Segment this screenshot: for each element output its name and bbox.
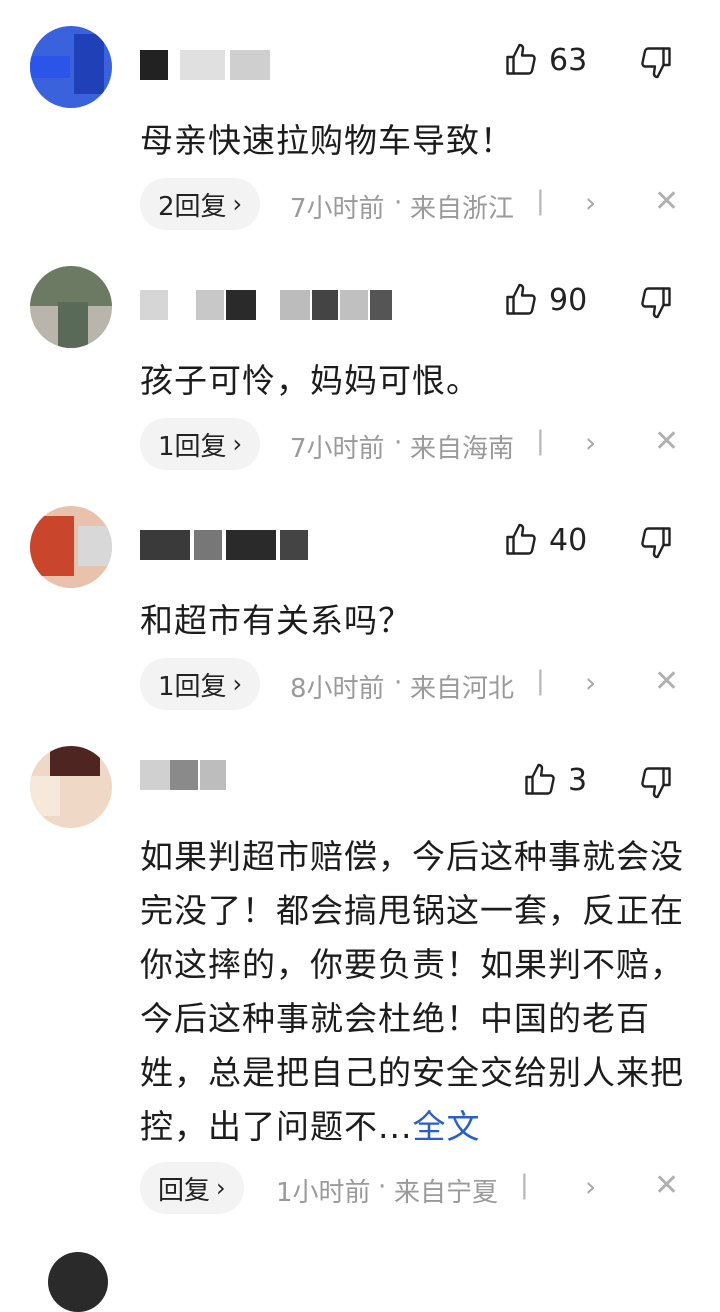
comment-text: 和超市有关系吗？ bbox=[140, 601, 412, 640]
thumbs-up-icon bbox=[525, 763, 555, 795]
like-count: 40 bbox=[549, 522, 588, 558]
location: 来自浙江 bbox=[410, 194, 515, 224]
thumbs-up-icon bbox=[506, 43, 536, 75]
comment-text: 如果判超市赔偿，今后这种事就会没完没了！都会搞甩锅这一套，反正在你这摔的，你要负… bbox=[140, 830, 685, 1154]
like-button[interactable]: 3 bbox=[522, 762, 587, 798]
like-button[interactable]: 90 bbox=[503, 282, 587, 318]
close-icon[interactable]: ✕ bbox=[654, 184, 679, 219]
chevron-right-icon: › bbox=[232, 190, 243, 218]
chevron-right-icon: › bbox=[232, 430, 243, 458]
close-icon[interactable]: ✕ bbox=[654, 424, 679, 459]
expand-chevron-icon[interactable]: › bbox=[585, 1170, 596, 1203]
comment-meta: 1回复 › 8小时前 · 来自河北 | › ✕ bbox=[140, 658, 700, 710]
thumbs-down-icon bbox=[641, 47, 671, 79]
meta-separator: | bbox=[536, 426, 545, 456]
read-more-link[interactable]: 全文 bbox=[412, 1107, 480, 1146]
meta-dot: · bbox=[394, 428, 403, 458]
location: 来自海南 bbox=[410, 434, 515, 464]
dislike-button[interactable] bbox=[638, 524, 674, 560]
reply-count-button[interactable]: 2回复 › bbox=[140, 178, 261, 230]
avatar[interactable] bbox=[30, 506, 112, 588]
chevron-right-icon: › bbox=[232, 670, 243, 698]
like-count: 3 bbox=[568, 762, 588, 798]
avatar[interactable] bbox=[30, 746, 112, 828]
reply-label: 1回复 bbox=[158, 431, 227, 462]
expand-chevron-icon[interactable]: › bbox=[585, 186, 596, 219]
timestamp: 7小时前 bbox=[290, 194, 385, 224]
avatar[interactable] bbox=[48, 1252, 108, 1312]
thumbs-down-icon bbox=[641, 287, 671, 319]
meta-separator: | bbox=[536, 186, 545, 216]
dislike-button[interactable] bbox=[638, 44, 674, 80]
thumbs-up-icon bbox=[506, 523, 536, 555]
thumbs-up-icon bbox=[506, 283, 536, 315]
thumbs-down-icon bbox=[641, 767, 671, 799]
dislike-button[interactable] bbox=[638, 284, 674, 320]
timestamp: 8小时前 bbox=[290, 674, 385, 704]
meta-separator: | bbox=[520, 1170, 529, 1200]
meta-dot: · bbox=[378, 1172, 387, 1202]
close-icon[interactable]: ✕ bbox=[654, 1168, 679, 1203]
thumbs-down-icon bbox=[641, 527, 671, 559]
location: 来自宁夏 bbox=[394, 1178, 499, 1208]
meta-dot: · bbox=[394, 668, 403, 698]
reply-label: 1回复 bbox=[158, 671, 227, 702]
comment-text: 母亲快速拉购物车导致！ bbox=[140, 121, 514, 160]
avatar[interactable] bbox=[30, 26, 112, 108]
comment-meta: 2回复 › 7小时前 · 来自浙江 | › ✕ bbox=[140, 178, 700, 230]
comment-meta: 回复 › 1小时前 · 来自宁夏 | › ✕ bbox=[140, 1162, 700, 1214]
dislike-button[interactable] bbox=[638, 764, 674, 800]
like-button[interactable]: 63 bbox=[503, 42, 587, 78]
timestamp: 1小时前 bbox=[276, 1178, 371, 1208]
avatar[interactable] bbox=[30, 266, 112, 348]
reply-button[interactable]: 回复 › bbox=[140, 1162, 244, 1214]
like-count: 63 bbox=[549, 42, 588, 78]
like-count: 90 bbox=[549, 282, 588, 318]
meta-dot: · bbox=[394, 188, 403, 218]
like-button[interactable]: 40 bbox=[503, 522, 587, 558]
close-icon[interactable]: ✕ bbox=[654, 664, 679, 699]
reply-label: 回复 bbox=[158, 1175, 211, 1206]
comment-text: 孩子可怜，妈妈可恨。 bbox=[140, 361, 480, 400]
reply-count-button[interactable]: 1回复 › bbox=[140, 418, 261, 470]
reply-count-button[interactable]: 1回复 › bbox=[140, 658, 261, 710]
location: 来自河北 bbox=[410, 674, 515, 704]
chevron-right-icon: › bbox=[216, 1174, 226, 1202]
reply-label: 2回复 bbox=[158, 191, 227, 222]
expand-chevron-icon[interactable]: › bbox=[585, 666, 596, 699]
comment-text-body: 如果判超市赔偿，今后这种事就会没完没了！都会搞甩锅这一套，反正在你这摔的，你要负… bbox=[140, 837, 684, 1146]
expand-chevron-icon[interactable]: › bbox=[585, 426, 596, 459]
timestamp: 7小时前 bbox=[290, 434, 385, 464]
meta-separator: | bbox=[536, 666, 545, 696]
comment-meta: 1回复 › 7小时前 · 来自海南 | › ✕ bbox=[140, 418, 700, 470]
